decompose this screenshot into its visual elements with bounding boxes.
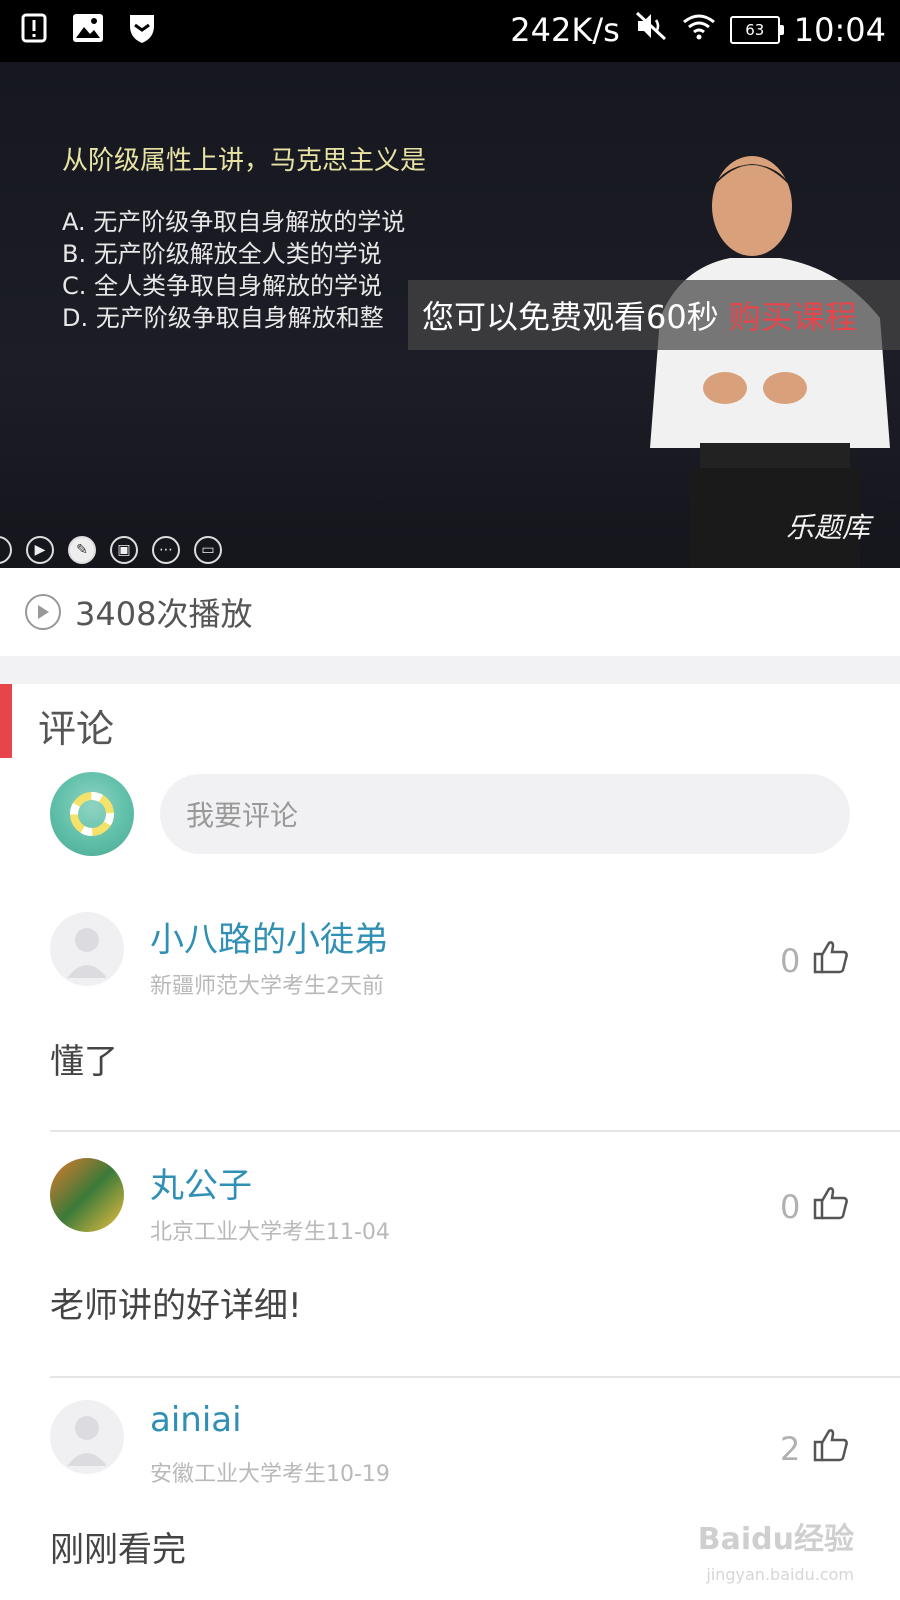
like-button[interactable]: 0 — [780, 938, 850, 984]
play-count: 3408次播放 — [75, 595, 253, 633]
image-notification-icon — [72, 12, 104, 44]
comment-username[interactable]: 丸公子 — [150, 1158, 252, 1207]
buy-course-link[interactable]: 购买课程 — [729, 292, 857, 338]
comments-section: 评论 我要评论 小八路的小徒弟 新疆师范大学考生2天前 0 懂了 丸公子 北京工… — [0, 684, 900, 1600]
comment-meta: 北京工业大学考生11-04 — [150, 1220, 390, 1245]
slide-option-a: A. 无产阶级争取自身解放的学说 — [62, 208, 406, 236]
draw-control-icon[interactable]: ✎ — [68, 536, 96, 564]
section-divider — [0, 656, 900, 684]
partial-control-icon[interactable] — [0, 536, 12, 564]
like-count: 0 — [780, 942, 801, 980]
baidu-watermark-url: jingyan.baidu.com — [706, 1565, 854, 1584]
thumbs-up-icon — [812, 1184, 850, 1230]
video-watermark: 乐题库 — [785, 511, 870, 544]
baidu-watermark: Baidu经验 — [697, 1522, 854, 1557]
slide-option-b: B. 无产阶级解放全人类的学说 — [62, 240, 382, 268]
shield-notification-icon — [126, 12, 158, 44]
screenshot-control-icon[interactable]: ▣ — [110, 536, 138, 564]
free-preview-text: 您可以免费观看60秒 — [422, 298, 719, 336]
slide-question: 从阶级属性上讲，马克思主义是 — [62, 146, 427, 176]
player-controls: ▶ ✎ ▣ ⋯ ▭ — [0, 532, 222, 568]
like-count: 2 — [780, 1430, 801, 1468]
alert-notification-icon — [18, 12, 50, 44]
cast-control-icon[interactable]: ▭ — [194, 536, 222, 564]
like-button[interactable]: 2 — [780, 1426, 850, 1472]
more-control-icon[interactable]: ⋯ — [152, 536, 180, 564]
comment-username[interactable]: ainiai — [150, 1400, 242, 1440]
avatar[interactable] — [50, 1400, 124, 1474]
like-button[interactable]: 0 — [780, 1184, 850, 1230]
comment-divider — [50, 1376, 900, 1378]
comment-input[interactable]: 我要评论 — [160, 774, 850, 854]
status-bar: 242K/s 63 10:04 — [0, 0, 900, 62]
section-accent-bar — [0, 684, 12, 758]
wifi-icon — [682, 11, 716, 49]
avatar[interactable] — [50, 912, 124, 986]
play-count-row: 3408次播放 — [0, 568, 900, 656]
comment-text: 老师讲的好详细! — [50, 1286, 302, 1326]
avatar[interactable] — [50, 1158, 124, 1232]
thumbs-up-icon — [812, 938, 850, 984]
slide-option-d: D. 无产阶级争取自身解放和整 — [62, 304, 384, 332]
comment-text: 刚刚看完 — [50, 1530, 186, 1570]
comments-title: 评论 — [38, 707, 115, 751]
network-speed: 242K/s — [510, 11, 620, 49]
comment-text: 懂了 — [50, 1042, 118, 1082]
mute-icon — [634, 10, 668, 50]
comment-meta: 安徽工业大学考生10-19 — [150, 1462, 390, 1487]
free-preview-banner: 您可以免费观看60秒 购买课程 — [408, 280, 900, 350]
clock: 10:04 — [793, 11, 886, 49]
slide-option-c: C. 全人类争取自身解放的学说 — [62, 272, 383, 300]
like-count: 0 — [780, 1188, 801, 1226]
battery-indicator: 63 — [729, 16, 784, 44]
comment-meta: 新疆师范大学考生2天前 — [150, 974, 384, 999]
comment-divider — [50, 1130, 900, 1132]
video-player[interactable]: 从阶级属性上讲，马克思主义是 A. 无产阶级争取自身解放的学说 B. 无产阶级解… — [0, 62, 900, 568]
play-control-icon[interactable]: ▶ — [26, 536, 54, 564]
play-count-icon — [25, 594, 61, 630]
lecturer-figure — [650, 156, 890, 568]
my-avatar — [50, 772, 134, 856]
thumbs-up-icon — [812, 1426, 850, 1472]
comment-username[interactable]: 小八路的小徒弟 — [150, 912, 388, 961]
